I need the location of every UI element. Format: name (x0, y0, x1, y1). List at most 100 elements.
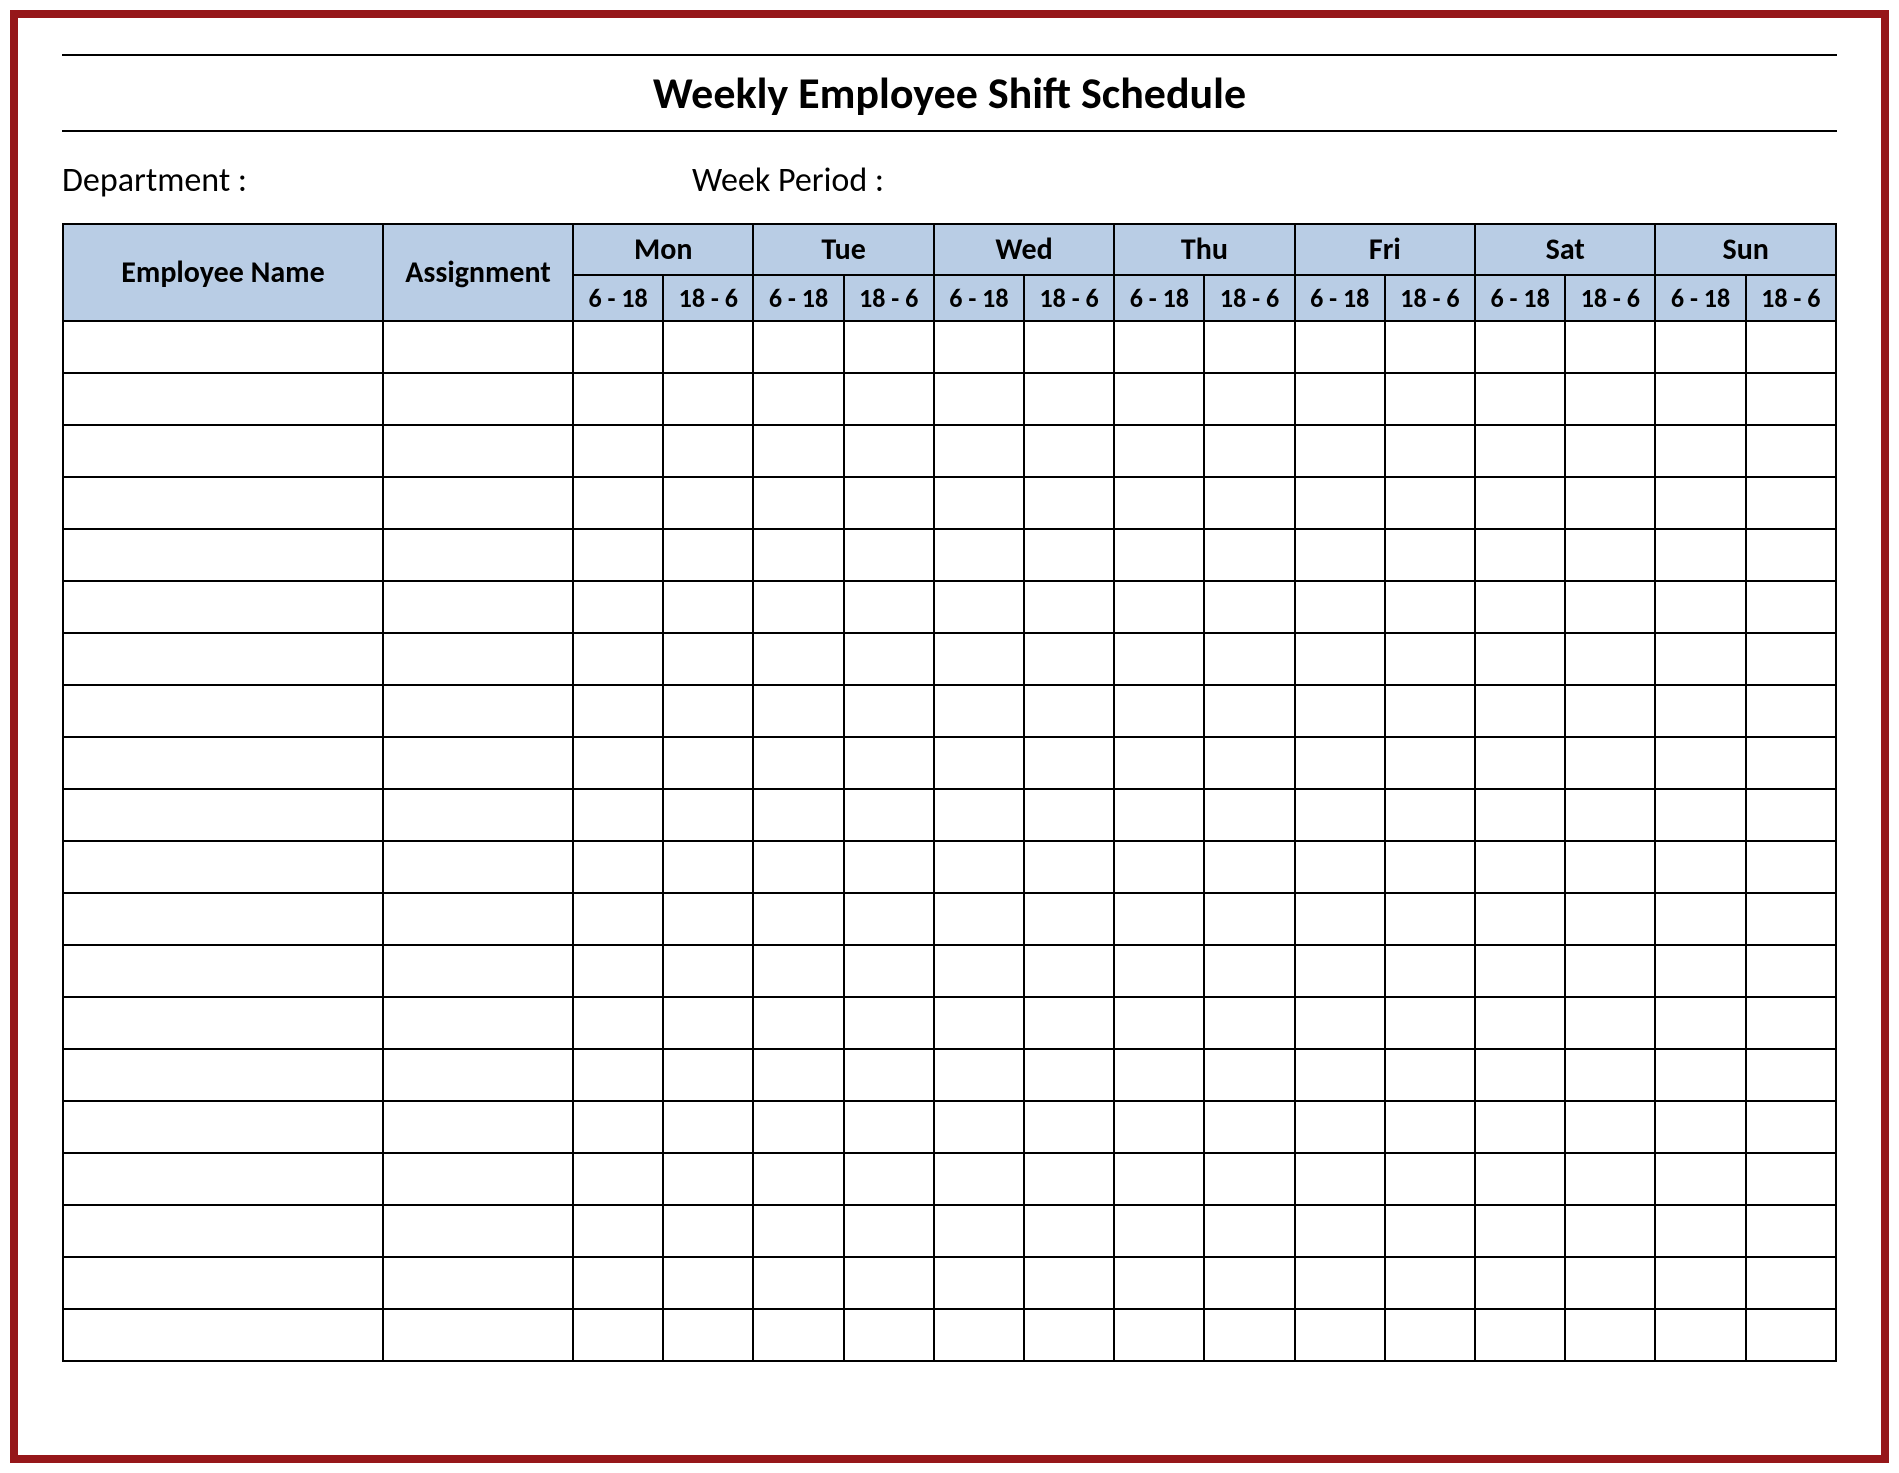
table-cell[interactable] (1746, 841, 1836, 893)
table-cell[interactable] (753, 425, 843, 477)
table-cell[interactable] (1655, 1257, 1745, 1309)
table-cell[interactable] (1024, 1309, 1114, 1361)
table-cell[interactable] (753, 1153, 843, 1205)
table-cell[interactable] (383, 1153, 573, 1205)
table-cell[interactable] (1385, 1257, 1475, 1309)
table-cell[interactable] (1114, 477, 1204, 529)
table-cell[interactable] (934, 321, 1024, 373)
table-cell[interactable] (63, 997, 383, 1049)
table-cell[interactable] (1295, 1257, 1385, 1309)
table-cell[interactable] (1746, 425, 1836, 477)
table-cell[interactable] (1114, 581, 1204, 633)
table-cell[interactable] (844, 737, 934, 789)
table-cell[interactable] (1295, 1101, 1385, 1153)
table-cell[interactable] (663, 425, 753, 477)
table-cell[interactable] (844, 633, 934, 685)
table-cell[interactable] (1114, 1257, 1204, 1309)
table-cell[interactable] (1204, 789, 1294, 841)
table-cell[interactable] (383, 1049, 573, 1101)
table-cell[interactable] (1565, 321, 1655, 373)
table-cell[interactable] (753, 685, 843, 737)
table-cell[interactable] (1295, 1049, 1385, 1101)
table-cell[interactable] (1295, 997, 1385, 1049)
table-cell[interactable] (753, 841, 843, 893)
table-cell[interactable] (663, 789, 753, 841)
table-cell[interactable] (1024, 1257, 1114, 1309)
table-cell[interactable] (1746, 321, 1836, 373)
table-cell[interactable] (934, 893, 1024, 945)
table-cell[interactable] (63, 893, 383, 945)
table-cell[interactable] (1295, 633, 1385, 685)
table-cell[interactable] (1204, 997, 1294, 1049)
table-cell[interactable] (753, 529, 843, 581)
table-cell[interactable] (1114, 841, 1204, 893)
table-cell[interactable] (1114, 373, 1204, 425)
table-cell[interactable] (1385, 373, 1475, 425)
table-cell[interactable] (383, 321, 573, 373)
table-cell[interactable] (573, 1205, 663, 1257)
table-cell[interactable] (573, 373, 663, 425)
table-cell[interactable] (753, 789, 843, 841)
table-cell[interactable] (1565, 1101, 1655, 1153)
table-cell[interactable] (63, 737, 383, 789)
table-cell[interactable] (383, 581, 573, 633)
table-cell[interactable] (1655, 737, 1745, 789)
table-cell[interactable] (573, 737, 663, 789)
table-cell[interactable] (1655, 789, 1745, 841)
table-cell[interactable] (844, 425, 934, 477)
table-cell[interactable] (63, 633, 383, 685)
table-cell[interactable] (1114, 945, 1204, 997)
table-cell[interactable] (844, 1205, 934, 1257)
table-cell[interactable] (844, 1257, 934, 1309)
table-cell[interactable] (844, 321, 934, 373)
table-cell[interactable] (663, 1257, 753, 1309)
table-cell[interactable] (934, 841, 1024, 893)
table-cell[interactable] (1024, 529, 1114, 581)
table-cell[interactable] (573, 1309, 663, 1361)
table-cell[interactable] (383, 633, 573, 685)
table-cell[interactable] (844, 1049, 934, 1101)
table-cell[interactable] (63, 425, 383, 477)
table-cell[interactable] (1204, 1257, 1294, 1309)
table-cell[interactable] (934, 581, 1024, 633)
table-cell[interactable] (63, 1257, 383, 1309)
table-cell[interactable] (1475, 997, 1565, 1049)
table-cell[interactable] (1565, 633, 1655, 685)
table-cell[interactable] (663, 893, 753, 945)
table-cell[interactable] (1475, 1309, 1565, 1361)
table-cell[interactable] (63, 373, 383, 425)
table-cell[interactable] (573, 997, 663, 1049)
table-cell[interactable] (1204, 737, 1294, 789)
table-cell[interactable] (383, 373, 573, 425)
table-cell[interactable] (573, 633, 663, 685)
table-cell[interactable] (1024, 841, 1114, 893)
table-cell[interactable] (1746, 1257, 1836, 1309)
table-cell[interactable] (1204, 1309, 1294, 1361)
table-cell[interactable] (573, 477, 663, 529)
table-cell[interactable] (1655, 1101, 1745, 1153)
table-cell[interactable] (63, 321, 383, 373)
table-cell[interactable] (1475, 633, 1565, 685)
table-cell[interactable] (1565, 737, 1655, 789)
table-cell[interactable] (1565, 1153, 1655, 1205)
table-cell[interactable] (1204, 425, 1294, 477)
table-cell[interactable] (63, 1205, 383, 1257)
table-cell[interactable] (63, 1101, 383, 1153)
table-cell[interactable] (1565, 1049, 1655, 1101)
table-cell[interactable] (1746, 945, 1836, 997)
table-cell[interactable] (1475, 529, 1565, 581)
table-cell[interactable] (1746, 789, 1836, 841)
table-cell[interactable] (1385, 321, 1475, 373)
table-cell[interactable] (1746, 373, 1836, 425)
table-cell[interactable] (63, 841, 383, 893)
table-cell[interactable] (383, 893, 573, 945)
table-cell[interactable] (1565, 685, 1655, 737)
table-cell[interactable] (1746, 737, 1836, 789)
table-cell[interactable] (1475, 1257, 1565, 1309)
table-cell[interactable] (844, 997, 934, 1049)
table-cell[interactable] (844, 529, 934, 581)
table-cell[interactable] (1114, 997, 1204, 1049)
table-cell[interactable] (934, 1205, 1024, 1257)
table-cell[interactable] (1204, 529, 1294, 581)
table-cell[interactable] (753, 945, 843, 997)
